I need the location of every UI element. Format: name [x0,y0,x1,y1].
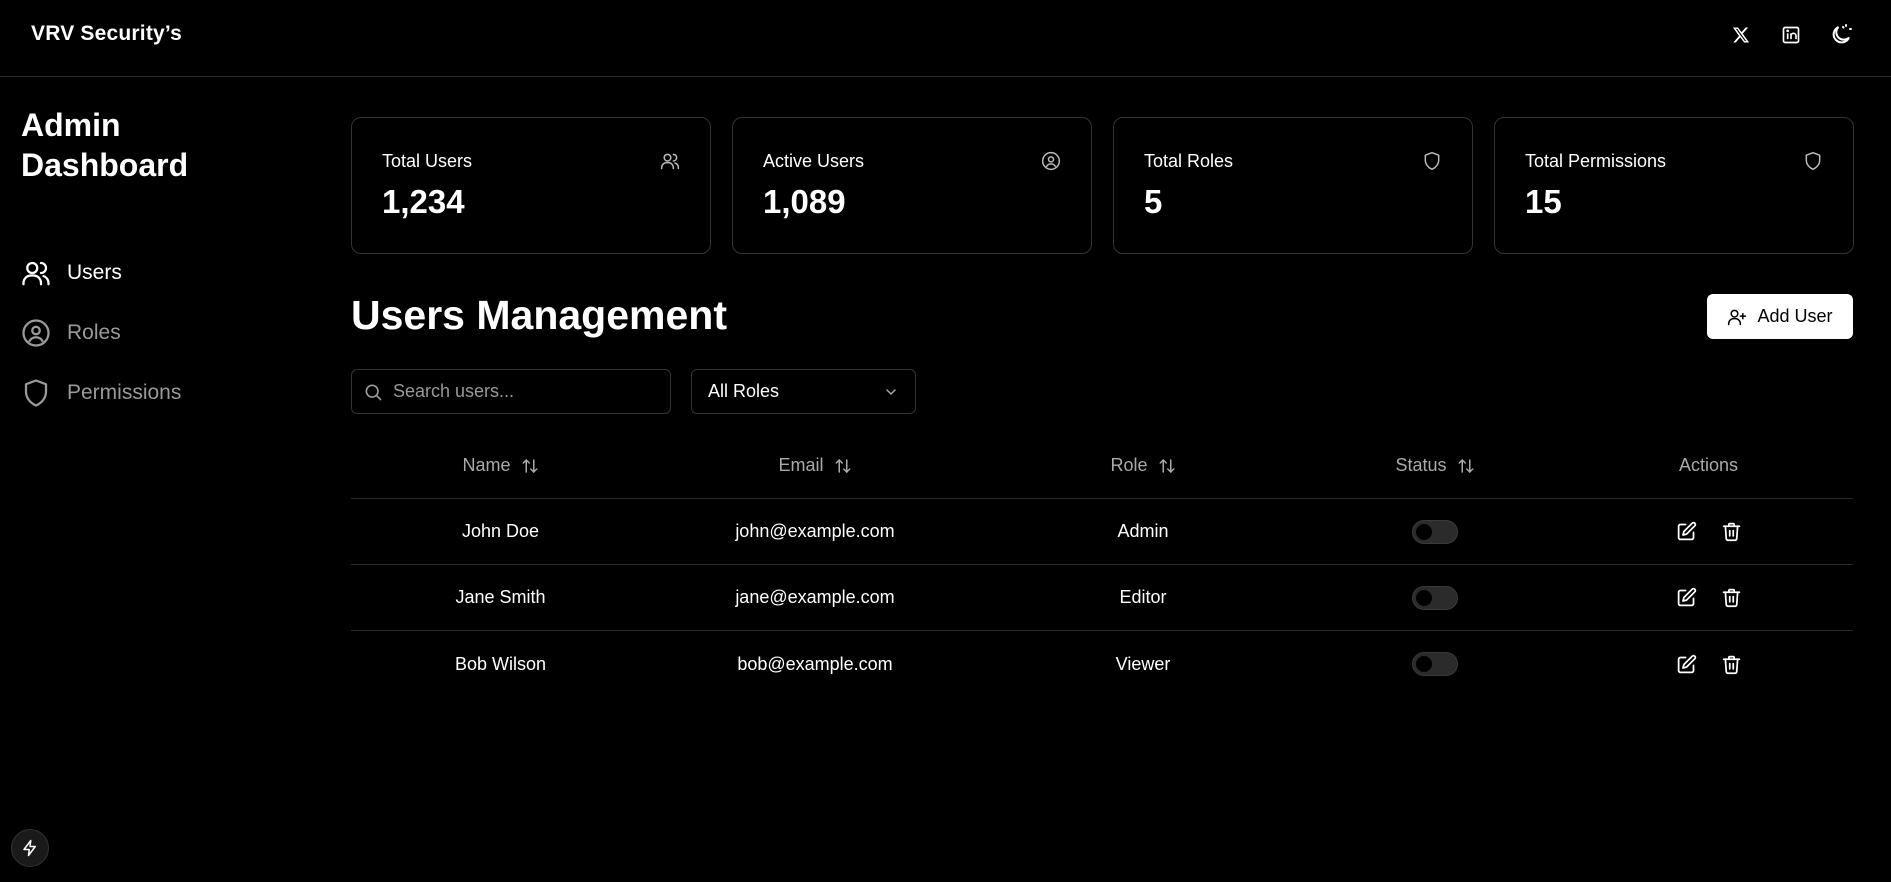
theme-toggle-icon[interactable] [1829,23,1853,47]
cell-status [1306,585,1564,610]
table-row: John Doe john@example.com Admin [351,499,1853,565]
add-user-button[interactable]: Add User [1707,294,1853,339]
cell-role: Editor [1119,587,1167,607]
cell-email: jane@example.com [735,587,895,607]
page-title: Users Management [351,292,727,338]
edit-icon[interactable] [1676,587,1697,608]
shield-icon [1422,151,1442,171]
x-icon[interactable] [1729,23,1753,47]
column-header-status: Status [1306,455,1564,476]
search-input[interactable] [393,381,653,402]
column-header-name: Name [351,455,650,476]
toggle-knob [1416,523,1432,540]
table-row: Jane Smith jane@example.com Editor [351,565,1853,631]
cell-role: Viewer [1115,653,1171,674]
trash-icon[interactable] [1721,587,1742,608]
user-circle-icon [21,318,51,348]
stat-label: Active Users [763,151,865,171]
stat-value: 1,089 [763,183,846,220]
sidebar-item-roles[interactable]: Roles [21,318,181,348]
cell-name: John Doe [461,521,540,541]
status-toggle[interactable] [1412,585,1458,610]
sidebar-item-permissions[interactable]: Permissions [21,378,181,408]
sort-icon[interactable] [834,457,852,475]
toggle-knob [1416,656,1432,672]
bolt-icon [21,839,39,857]
cell-status [1306,519,1564,544]
shield-icon [21,378,51,408]
stat-card-active-users: Active Users 1,089 [732,117,1092,254]
user-circle-icon [1041,151,1061,171]
edit-icon[interactable] [1676,521,1697,542]
role-filter-value: All Roles [708,381,780,401]
stat-card-total-roles: Total Roles 5 [1113,117,1473,254]
stat-value: 1,234 [382,183,465,220]
linkedin-icon[interactable] [1779,23,1803,47]
users-table: Name Email Role Status Actions John Doe … [351,433,1853,697]
column-header-role: Role [980,455,1306,476]
sort-icon[interactable] [521,457,539,475]
cell-email: john@example.com [735,521,895,541]
search-icon [363,382,383,402]
stat-value: 15 [1525,183,1562,220]
column-label: Email [778,455,824,475]
sidebar: Admin Dashboard Users Roles Permissions [0,78,320,882]
cell-role: Admin [1117,521,1169,541]
edit-icon[interactable] [1676,654,1697,675]
column-header-email: Email [650,455,980,476]
column-label: Status [1395,455,1447,475]
stat-card-total-users: Total Users 1,234 [351,117,711,254]
stats-row: Total Users 1,234 Active Users 1,089 Tot… [351,117,1854,254]
search-box [351,369,671,414]
stat-label: Total Permissions [1525,151,1667,171]
table-header: Name Email Role Status Actions [351,433,1853,499]
stat-label: Total Users [382,151,473,171]
stat-value: 5 [1144,183,1163,220]
user-plus-icon [1727,307,1747,327]
sidebar-item-label: Users [67,261,122,284]
users-icon [21,258,51,288]
status-toggle[interactable] [1412,652,1458,676]
sort-icon[interactable] [1158,457,1176,475]
status-toggle[interactable] [1412,519,1458,544]
chevron-down-icon [883,384,899,400]
toggle-knob [1416,589,1432,606]
users-icon [660,151,680,171]
sort-icon[interactable] [1457,457,1475,475]
add-user-label: Add User [1757,306,1833,326]
sidebar-item-label: Permissions [67,381,182,404]
cell-actions [1564,521,1853,542]
cell-name: Bob Wilson [454,653,547,674]
sidebar-title: Admin Dashboard [21,107,189,183]
column-label: Actions [1678,455,1739,475]
column-label: Name [462,455,511,475]
trash-icon[interactable] [1721,654,1742,675]
row-actions [1676,654,1742,675]
cell-name: Jane Smith [455,587,546,607]
role-filter-select[interactable]: All Roles [691,369,916,414]
column-label: Role [1110,455,1148,475]
cell-actions [1564,654,1853,675]
cell-status [1306,652,1564,676]
bolt-button[interactable] [11,829,49,867]
shield-icon [1803,151,1823,171]
table-row: Bob Wilson bob@example.com Viewer [351,631,1853,697]
sidebar-nav: Users Roles Permissions [21,258,181,438]
brand-name: VRV Security’s [31,22,183,45]
stat-card-total-permissions: Total Permissions 15 [1494,117,1854,254]
row-actions [1676,521,1742,542]
sidebar-item-users[interactable]: Users [21,258,181,288]
column-header-actions: Actions [1564,455,1853,476]
cell-email: bob@example.com [737,653,893,674]
trash-icon[interactable] [1721,521,1742,542]
top-bar: VRV Security’s [0,0,1891,77]
top-icons [1729,23,1853,47]
cell-actions [1564,587,1853,608]
stat-label: Total Roles [1144,151,1234,171]
row-actions [1676,587,1742,608]
sidebar-item-label: Roles [67,321,121,344]
